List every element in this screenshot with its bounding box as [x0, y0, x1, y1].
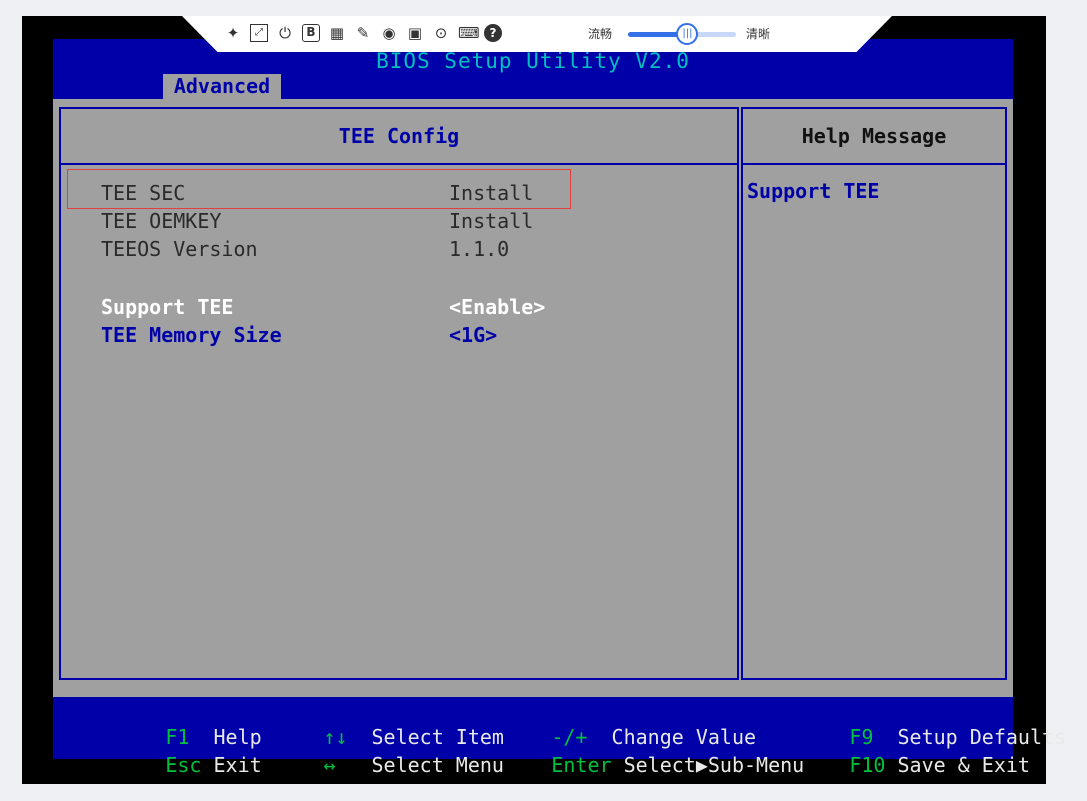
row-value[interactable]: <1G>: [449, 321, 497, 349]
key-label: Esc: [165, 753, 202, 777]
row-label: TEE Memory Size: [101, 323, 282, 347]
record-icon[interactable]: ⊙: [432, 24, 450, 42]
help-title: Help Message: [743, 109, 1005, 165]
row-value: Install: [449, 209, 534, 233]
key-legend: F1 Help ↑↓ Select Item -/+ Change Value …: [53, 697, 1066, 777]
row-label: Support TEE: [101, 295, 234, 319]
boot-icon[interactable]: B: [302, 24, 320, 42]
tee-config-panel: TEE Config TEE SEC Install TEE OEMKEY In…: [59, 107, 739, 680]
row-label: TEEOS Version: [101, 237, 258, 261]
key-label: ↔: [323, 753, 336, 777]
key-desc: Save & Exit: [897, 753, 1030, 777]
disc-icon[interactable]: ◉: [380, 24, 398, 42]
key-label: F10: [849, 753, 886, 777]
bios-screen[interactable]: BIOS Setup Utility V2.0 Advanced TEE Con…: [53, 39, 1066, 777]
row-value: 1.1.0: [449, 237, 510, 261]
save-icon[interactable]: ▣: [406, 24, 424, 42]
row-tee-sec: TEE SEC Install: [101, 179, 721, 207]
power-icon[interactable]: ⏻: [276, 24, 294, 42]
network-icon[interactable]: ▦: [328, 24, 346, 42]
help-panel: Help Message Support TEE: [741, 107, 1007, 680]
bios-title: BIOS Setup Utility V2.0: [376, 49, 690, 73]
help-icon[interactable]: ?: [484, 24, 502, 42]
remote-console-toolbar: ✦ ⤢ ⏻ B ▦ ✎ ◉ ▣ ⊙ ⌨ ? 流畅 ||| 清晰: [182, 16, 892, 52]
tab-advanced[interactable]: Advanced: [163, 74, 281, 99]
mouse-icon[interactable]: ✎: [354, 24, 372, 42]
pin-icon[interactable]: ✦: [224, 24, 242, 42]
key-label: Enter: [551, 753, 612, 777]
row-label: TEE OEMKEY: [101, 209, 222, 233]
row-value: Install: [449, 181, 534, 205]
legend-save-exit: F10 Save & Exit: [753, 729, 1030, 801]
row-support-tee[interactable]: Support TEE <Enable>: [101, 293, 721, 321]
row-value[interactable]: <Enable>: [449, 293, 545, 321]
legend-enter: Enter Select▶Sub-Menu: [455, 729, 804, 801]
row-tee-oemkey: TEE OEMKEY Install: [101, 207, 721, 235]
row-tee-memory-size[interactable]: TEE Memory Size <1G>: [101, 321, 721, 349]
quality-label-smooth: 流畅: [588, 27, 613, 41]
row-label: TEE SEC: [101, 181, 186, 205]
row-teeos-version: TEEOS Version 1.1.0: [101, 235, 721, 263]
help-message: Support TEE: [747, 179, 880, 203]
quality-slider-thumb[interactable]: |||: [676, 23, 699, 45]
keyboard-icon[interactable]: ⌨: [458, 24, 480, 42]
fullscreen-icon[interactable]: ⤢: [250, 24, 268, 42]
quality-label-clear: 清晰: [746, 27, 771, 41]
panel-title: TEE Config: [61, 109, 737, 165]
remote-console-frame: BIOS Setup Utility V2.0 Advanced TEE Con…: [22, 16, 1066, 784]
